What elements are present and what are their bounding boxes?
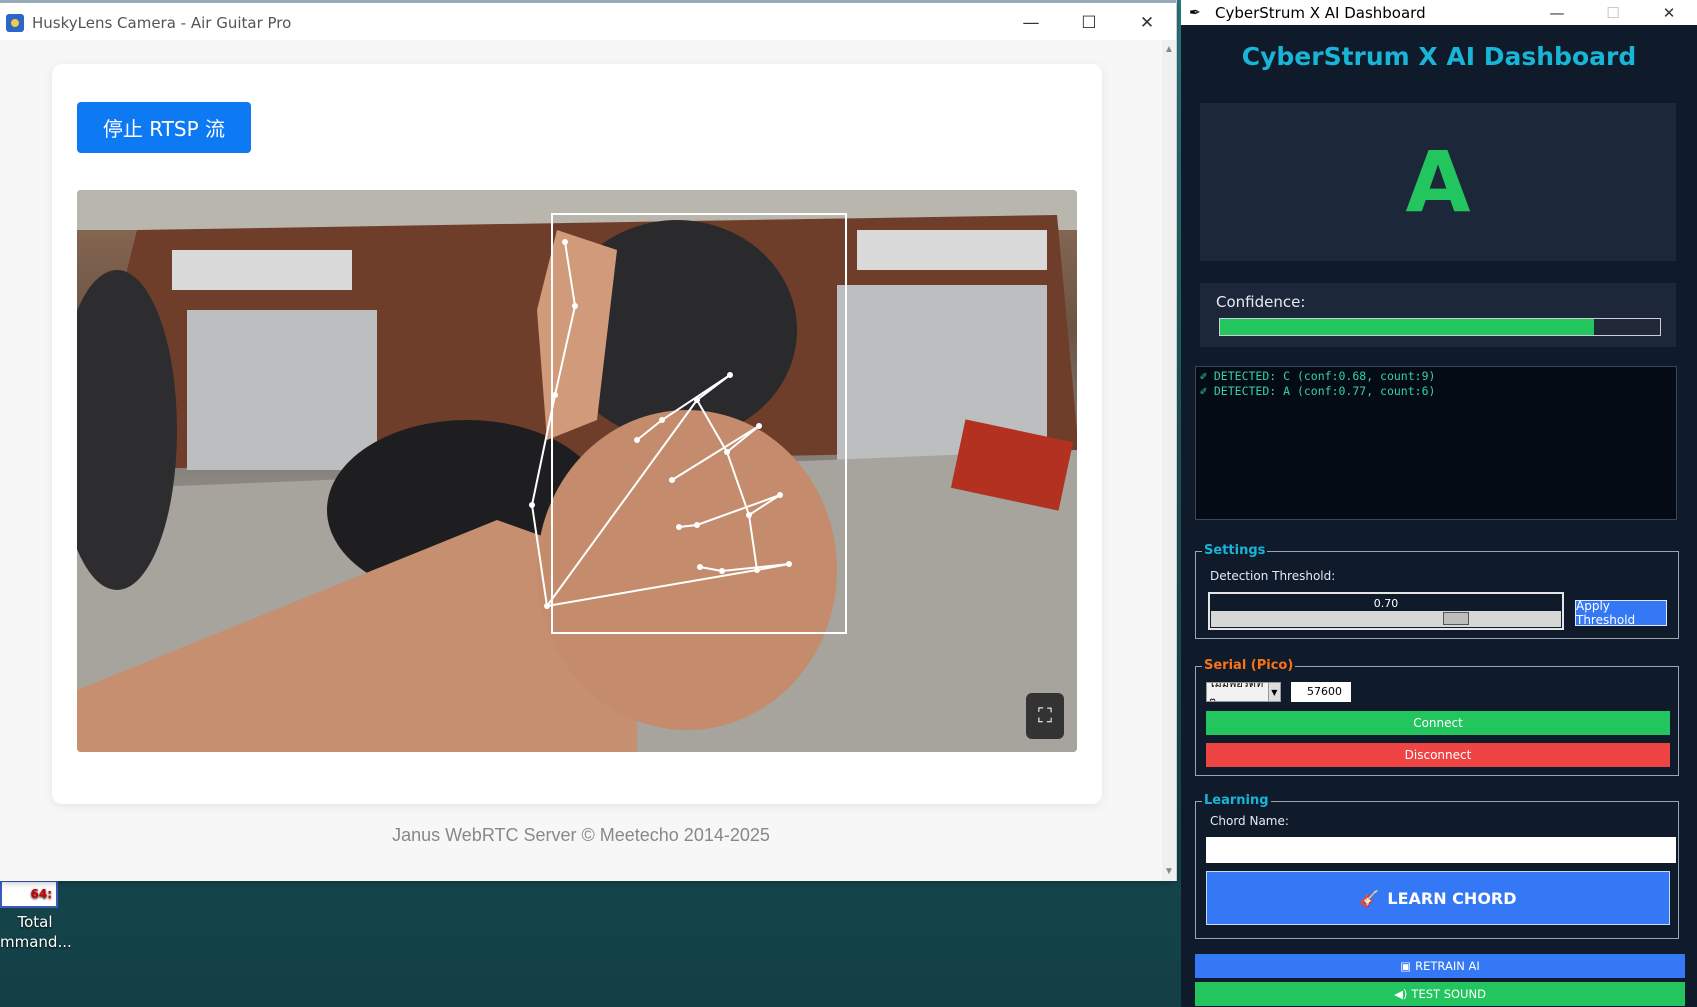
slider-thumb[interactable] [1443,612,1469,625]
window-title: HuskyLens Camera - Air Guitar Pro [32,14,292,32]
port-select[interactable]: ไม่มีพอร์ตที่ต ▼ [1206,682,1281,702]
connect-button[interactable]: Connect [1206,711,1670,735]
test-sound-button[interactable]: ◀) TEST SOUND [1195,982,1685,1006]
detected-chord: A [1405,133,1471,231]
learn-chord-label: LEARN CHORD [1387,888,1517,908]
close-button[interactable]: ✕ [1118,3,1176,43]
slider-track[interactable] [1211,611,1561,627]
chord-name-label: Chord Name: [1210,814,1289,828]
scroll-up-icon[interactable]: ▲ [1163,44,1175,55]
dashboard-window: ✒ CyberStrum X AI Dashboard — ☐ ✕ CyberS… [1181,0,1697,1007]
feather-app-icon: ✒ [1189,4,1201,21]
pencil-check-icon: ✐ [1200,384,1207,398]
dashboard-title: CyberStrum X AI Dashboard [1241,42,1637,71]
stream-card: 停止 RTSP 流 ⛶ [52,64,1102,804]
guitar-icon: 🎸 [1359,888,1380,908]
settings-group: Settings Detection Threshold: 0.70 Apply… [1195,543,1679,639]
window-title: CyberStrum X AI Dashboard [1215,3,1426,22]
window-controls: — ☐ ✕ [1529,0,1697,25]
minimize-button[interactable]: — [1529,0,1585,25]
stop-rtsp-button[interactable]: 停止 RTSP 流 [77,102,251,153]
apply-threshold-button[interactable]: Apply Threshold [1575,599,1667,627]
chevron-down-icon[interactable]: ▼ [1267,683,1280,701]
footer-text: Janus WebRTC Server © Meetecho 2014-2025 [392,825,770,845]
scroll-down-icon[interactable]: ▼ [1163,866,1175,877]
log-line: ✐ DETECTED: C (conf:0.68, count:9) [1200,369,1436,383]
learn-chord-button[interactable]: 🎸 LEARN CHORD [1206,871,1670,925]
learning-group: Learning Chord Name: 🎸 LEARN CHORD [1195,793,1679,939]
confidence-bar [1219,318,1661,336]
fullscreen-icon: ⛶ [1038,704,1052,727]
husky-camera-window: HuskyLens Camera - Air Guitar Pro — ☐ ✕ … [0,0,1177,881]
threshold-slider[interactable]: 0.70 [1208,592,1564,630]
speaker-icon: ◀) [1394,987,1408,1001]
confidence-panel: Confidence: [1200,283,1676,347]
confidence-fill [1220,319,1594,335]
maximize-button[interactable]: ☐ [1585,0,1641,25]
vertical-scrollbar[interactable]: ▲ ▼ [1162,40,1176,881]
total-commander-icon: 64: [0,880,58,908]
minimize-button[interactable]: — [1002,3,1060,43]
disconnect-button[interactable]: Disconnect [1206,743,1670,767]
learning-title: Learning [1202,793,1271,808]
test-sound-label: TEST SOUND [1411,987,1486,1001]
camera-video[interactable]: ⛶ [77,190,1077,752]
serial-group: Serial (Pico) ไม่มีพอร์ตที่ต ▼ 57600 Con… [1195,658,1679,776]
detection-log[interactable]: ✐ DETECTED: C (conf:0.68, count:9) ✐ DET… [1195,366,1677,520]
window-controls: — ☐ ✕ [1002,3,1176,43]
log-line: ✐ DETECTED: A (conf:0.77, count:6) [1200,384,1436,398]
close-button[interactable]: ✕ [1641,0,1697,25]
settings-title: Settings [1202,543,1268,558]
threshold-value: 0.70 [1373,597,1399,610]
retrain-ai-button[interactable]: ▣ RETRAIN AI [1195,954,1685,978]
camera-scene [77,190,1077,752]
port-value: ไม่มีพอร์ตที่ต [1209,682,1264,702]
page-content: 停止 RTSP 流 ⛶ Janus WebRTC Server © Meetec… [0,40,1162,881]
baud-input[interactable]: 57600 [1291,682,1351,702]
confidence-label: Confidence: [1216,293,1306,311]
chord-name-input[interactable] [1206,837,1676,863]
total-commander-shortcut[interactable]: 64: Total mmand... [0,880,72,952]
shortcut-label-line1: Total [17,913,53,931]
detected-chord-display: A [1200,103,1676,261]
python-app-icon [6,14,24,32]
maximize-button[interactable]: ☐ [1060,3,1118,43]
serial-title: Serial (Pico) [1202,658,1296,673]
pencil-check-icon: ✐ [1200,369,1207,383]
fullscreen-button[interactable]: ⛶ [1026,693,1064,739]
shortcut-label-line2: mmand... [0,933,72,951]
left-titlebar[interactable]: HuskyLens Camera - Air Guitar Pro — ☐ ✕ [0,0,1176,43]
right-titlebar[interactable]: ✒ CyberStrum X AI Dashboard — ☐ ✕ [1181,0,1697,25]
retrain-label: RETRAIN AI [1415,959,1480,973]
threshold-label: Detection Threshold: [1210,569,1336,583]
disk-icon: ▣ [1400,959,1412,973]
